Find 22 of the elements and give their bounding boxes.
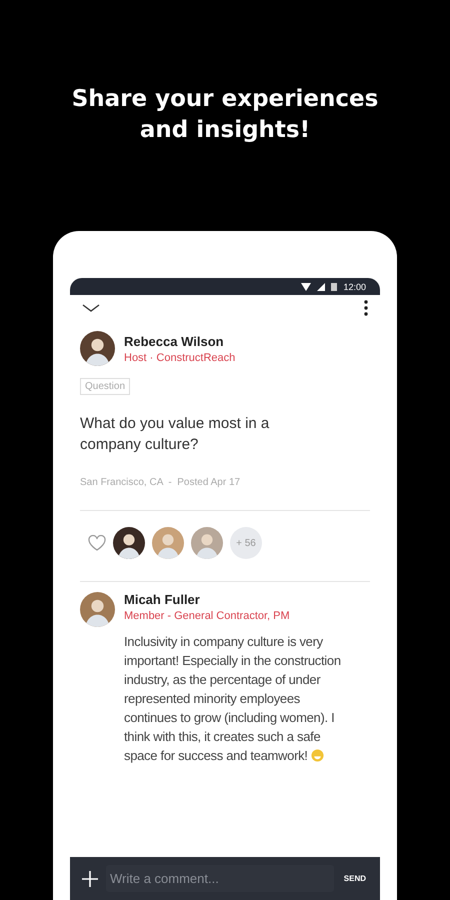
post-meta: San Francisco, CA - Posted Apr 17 <box>80 477 242 488</box>
heart-icon[interactable] <box>88 535 106 551</box>
collapse-chevron-icon[interactable] <box>82 304 100 312</box>
avatar <box>80 592 115 627</box>
clock: 12:00 <box>343 282 366 292</box>
avatar <box>80 331 115 366</box>
plus-icon[interactable] <box>82 870 98 886</box>
battery-icon <box>331 282 338 291</box>
question-text: What do you value most in a company culture? <box>80 414 270 455</box>
comment-text: Inclusivity in company culture is very important! Especially in the construction industry, as the percentage of under represented minority employees continues to grow (including women). I think with this, it creates such a safe space for success and teamwork! <box>124 633 342 765</box>
author-name: Rebecca Wilson <box>124 334 225 348</box>
wifi-icon <box>301 282 312 290</box>
send-button[interactable]: SEND <box>342 872 368 885</box>
more-menu-icon[interactable] <box>364 300 368 316</box>
signal-icon <box>317 282 326 290</box>
commenter-role: Member - General Contractor, PM <box>124 610 291 622</box>
author-role: Host · ConstructReach <box>124 352 236 364</box>
grin-emoji-icon <box>310 749 324 762</box>
comment-input[interactable]: Write a comment... <box>106 865 334 892</box>
question-tag: Question <box>80 378 130 395</box>
commenter-name: Micah Fuller <box>124 592 201 607</box>
headline: Share your experiences and insights! <box>70 85 380 145</box>
